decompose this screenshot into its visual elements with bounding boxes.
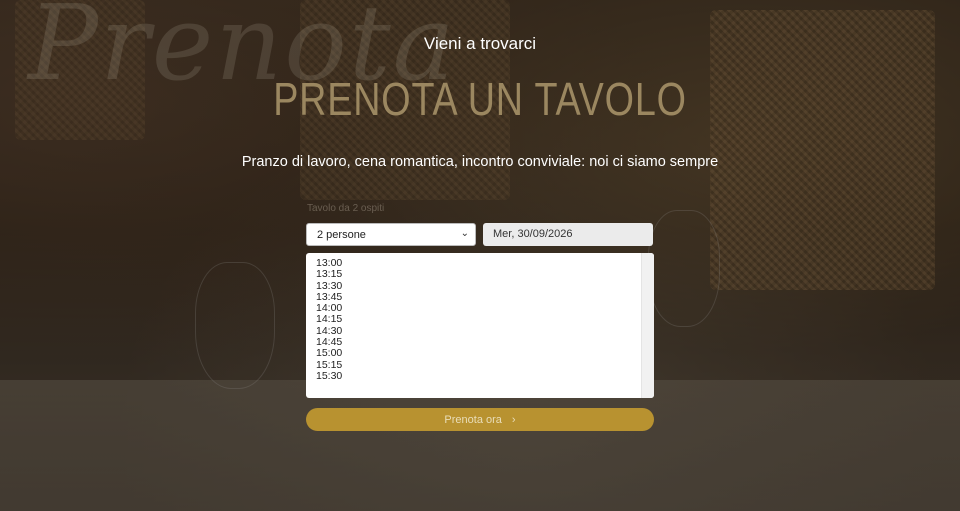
time-slot-option[interactable]: 14:30 xyxy=(316,325,654,337)
guests-select[interactable]: 2 persone ⌄ xyxy=(306,223,476,246)
form-label: Tavolo da 2 ospiti xyxy=(307,203,385,214)
guests-select-value: 2 persone xyxy=(317,229,366,241)
chevron-right-icon: › xyxy=(511,414,516,426)
time-slot-option[interactable]: 13:30 xyxy=(316,280,654,292)
time-slot-option[interactable]: 14:15 xyxy=(316,314,654,326)
time-slot-option[interactable]: 13:45 xyxy=(316,291,654,303)
time-list-scrollbar[interactable] xyxy=(641,253,654,398)
time-slot-option[interactable]: 15:15 xyxy=(316,359,654,371)
submit-booking-label: Prenota ora xyxy=(444,414,502,426)
time-slot-options: 13:00 13:15 13:30 13:45 14:00 14:15 14:30 14:45… xyxy=(306,253,654,382)
time-slot-option[interactable]: 14:45 xyxy=(316,336,654,348)
time-slot-option[interactable]: 13:00 xyxy=(316,257,654,269)
time-slot-option[interactable]: 15:00 xyxy=(316,348,654,360)
submit-booking-button[interactable]: Prenota ora › xyxy=(306,408,654,431)
page-title: PRENOTA UN TAVOLO xyxy=(273,73,687,125)
time-slot-option[interactable]: 15:30 xyxy=(316,370,654,382)
time-slot-list[interactable]: 13:00 13:15 13:30 13:45 14:00 14:15 14:30 14:45… xyxy=(306,253,654,398)
page-subtitle: Pranzo di lavoro, cena romantica, incont… xyxy=(241,154,719,170)
time-slot-option[interactable]: 14:00 xyxy=(316,302,654,314)
date-field[interactable]: Mer, 30/09/2026 xyxy=(483,223,653,246)
time-slot-option[interactable]: 13:15 xyxy=(316,268,654,280)
section-eyebrow: Vieni a trovarci xyxy=(423,34,537,53)
chevron-down-icon: ⌄ xyxy=(460,228,469,239)
